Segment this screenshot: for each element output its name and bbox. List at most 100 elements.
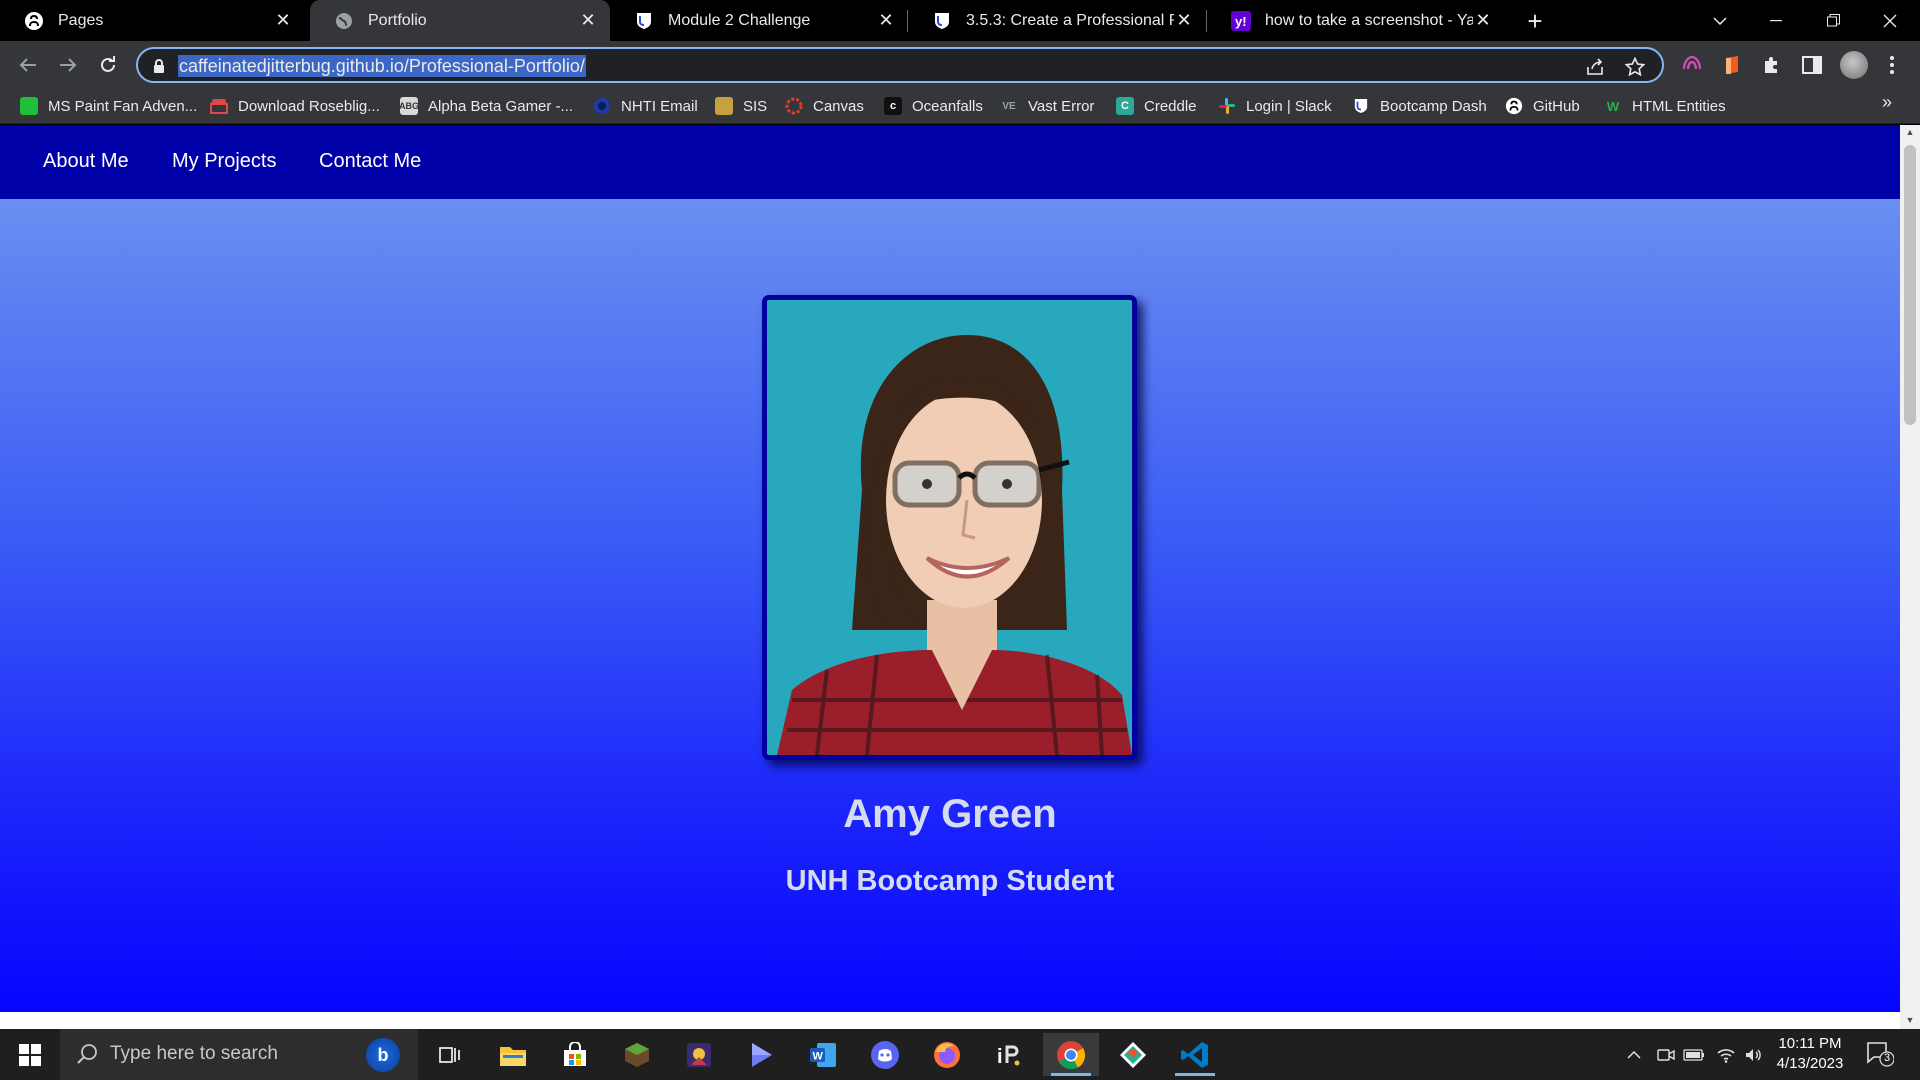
volume-icon[interactable] (1742, 1044, 1766, 1066)
minimize-button[interactable] (1748, 0, 1804, 41)
share-icon[interactable] (1584, 56, 1606, 78)
bookmark-html-entities[interactable]: W HTML Entities (1604, 95, 1726, 117)
media-player-icon[interactable] (733, 1033, 789, 1076)
menu-kebab-icon[interactable] (1880, 53, 1904, 77)
active-app-indicator (1051, 1073, 1091, 1076)
scroll-down-arrow-icon[interactable]: ▼ (1905, 1015, 1915, 1025)
tab-create-professional-project[interactable]: 3.5.3: Create a Professional Projec ✕ (908, 0, 1206, 41)
page-viewport: About Me My Projects Contact Me Amy Gree… (0, 125, 1900, 1012)
close-icon[interactable]: ✕ (273, 10, 293, 31)
game-launcher-icon[interactable] (671, 1033, 727, 1076)
profile-photo (762, 295, 1137, 760)
taskbar-search-box[interactable]: Type here to search b (60, 1029, 418, 1080)
microsoft-store-icon[interactable] (547, 1033, 603, 1076)
bing-icon[interactable]: b (366, 1038, 400, 1072)
yahoo-icon: y! (1231, 10, 1251, 31)
side-panel-icon[interactable] (1800, 53, 1824, 77)
bookmark-oceanfalls[interactable]: c Oceanfalls (884, 95, 983, 117)
tab-title: Portfolio (368, 11, 427, 29)
canvas-icon (785, 97, 803, 115)
scroll-up-arrow-icon[interactable]: ▲ (1905, 127, 1915, 137)
wifi-icon[interactable] (1714, 1044, 1738, 1066)
tab-title: 3.5.3: Create a Professional Projec (966, 11, 1174, 29)
windows-logo-icon (19, 1043, 41, 1066)
bookmark-slack-login[interactable]: Login | Slack (1218, 95, 1332, 117)
page-bottom-strip (0, 1012, 1900, 1029)
nav-link-contact-me[interactable]: Contact Me (319, 150, 421, 173)
system-clock[interactable]: 10:11 PM 4/13/2023 (1770, 1034, 1850, 1074)
bookmark-vast-error[interactable]: VE Vast Error (1000, 95, 1094, 117)
address-bar[interactable]: caffeinatedjitterbug.github.io/Professio… (136, 47, 1664, 83)
start-button[interactable] (0, 1029, 60, 1080)
minecraft-icon[interactable] (609, 1033, 665, 1076)
bookmark-label: Bootcamp Dash (1380, 97, 1487, 115)
close-icon[interactable]: ✕ (1174, 10, 1194, 31)
extensions-puzzle-icon[interactable] (1760, 53, 1784, 77)
discord-icon[interactable] (857, 1033, 913, 1076)
back-button[interactable] (12, 49, 44, 81)
google-chrome-icon[interactable] (1043, 1033, 1099, 1076)
bookmarks-overflow-chevron-icon[interactable]: » (1882, 92, 1892, 113)
bootcamp-shield-icon (634, 11, 654, 31)
bookmark-github[interactable]: GitHub (1505, 95, 1580, 117)
bookmark-label: HTML Entities (1632, 97, 1726, 115)
search-icon (76, 1043, 98, 1070)
close-icon[interactable]: ✕ (876, 10, 896, 31)
active-app-indicator (1175, 1073, 1215, 1076)
bookmark-nhti-email[interactable]: NHTI Email (593, 95, 698, 117)
vertical-scrollbar[interactable]: ▲ ▼ (1900, 125, 1920, 1029)
bookmark-label: Canvas (813, 97, 864, 115)
tab-yahoo-search[interactable]: y! how to take a screenshot - Yahoo ✕ (1207, 0, 1505, 41)
github-icon (24, 11, 44, 31)
bookmark-ms-paint-fan-adventures[interactable]: MS Paint Fan Adven... (20, 95, 197, 117)
battery-icon[interactable] (1682, 1044, 1706, 1066)
profile-avatar[interactable] (1840, 51, 1868, 79)
lock-icon[interactable] (152, 58, 166, 74)
close-icon[interactable]: ✕ (578, 10, 598, 31)
reload-button[interactable] (92, 49, 124, 81)
search-placeholder: Type here to search (110, 1043, 278, 1064)
firefox-icon[interactable] (919, 1033, 975, 1076)
tab-module-2-challenge[interactable]: Module 2 Challenge ✕ (610, 0, 908, 41)
new-tab-button[interactable]: + (1520, 6, 1550, 36)
bookmark-star-icon[interactable] (1624, 56, 1646, 78)
bookmark-label: Download Roseblig... (238, 97, 380, 115)
tab-title: Pages (58, 11, 104, 29)
bookmark-sis[interactable]: SIS (715, 95, 767, 117)
tab-search-chevron-icon[interactable] (1692, 0, 1748, 41)
meet-now-icon[interactable] (1654, 1044, 1678, 1066)
bookmark-creddle[interactable]: C Creddle (1116, 95, 1197, 117)
forward-button[interactable] (52, 49, 84, 81)
restore-button[interactable] (1805, 0, 1861, 41)
notification-badge: 3 (1883, 1052, 1891, 1064)
microsoft-word-icon[interactable]: W (795, 1033, 851, 1076)
show-hidden-icons-chevron-icon[interactable] (1624, 1044, 1644, 1066)
bookmark-canvas[interactable]: Canvas (785, 95, 864, 117)
extension-tako-icon[interactable] (1680, 53, 1704, 77)
vscode-icon[interactable] (1167, 1033, 1223, 1076)
scrollbar-thumb[interactable] (1904, 145, 1916, 425)
extension-brave-icon[interactable] (1720, 53, 1744, 77)
ibis-paint-icon[interactable]: i (981, 1033, 1037, 1076)
nav-link-about-me[interactable]: About Me (43, 150, 129, 173)
close-icon[interactable]: ✕ (1473, 10, 1493, 31)
bookmark-alpha-beta-gamer[interactable]: ABG Alpha Beta Gamer -... (399, 95, 573, 117)
bootcamp-shield-icon (1352, 97, 1370, 115)
tab-title: Module 2 Challenge (668, 11, 811, 29)
bookmark-download-roseblig[interactable]: Download Roseblig... (210, 95, 380, 117)
svg-text:y!: y! (1235, 14, 1247, 29)
bookmark-label: GitHub (1533, 97, 1580, 115)
tab-pages[interactable]: Pages ✕ (0, 0, 305, 41)
task-view-icon[interactable] (422, 1033, 478, 1076)
bookmark-label: Login | Slack (1246, 97, 1332, 115)
url-text[interactable]: caffeinatedjitterbug.github.io/Professio… (178, 55, 586, 77)
profile-name: Amy Green (843, 792, 1057, 836)
gitkraken-icon[interactable] (1105, 1033, 1161, 1076)
bookmark-bootcamp-dash[interactable]: Bootcamp Dash (1352, 95, 1487, 117)
file-explorer-icon[interactable] (485, 1033, 541, 1076)
tab-portfolio[interactable]: Portfolio ✕ (310, 0, 610, 41)
notification-center-icon[interactable]: 3 (1866, 1041, 1895, 1067)
close-window-button[interactable] (1862, 0, 1918, 41)
portrait-illustration (767, 300, 1132, 755)
nav-link-my-projects[interactable]: My Projects (172, 150, 276, 173)
